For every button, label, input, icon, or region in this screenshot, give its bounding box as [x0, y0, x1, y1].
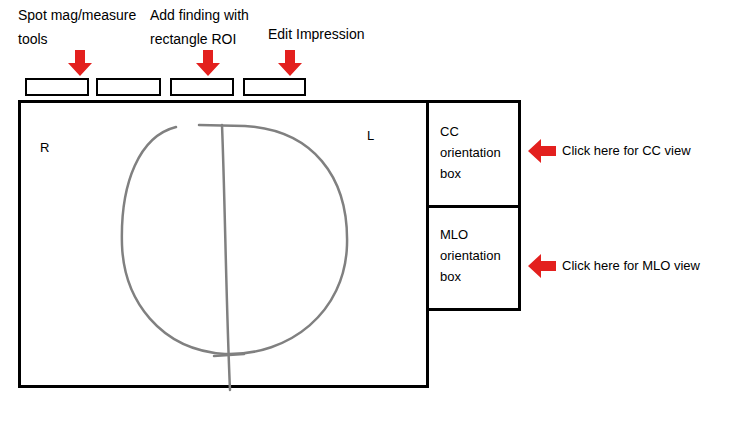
- left-arrow-icon: [528, 139, 556, 163]
- breast-outline-icon: [0, 0, 741, 441]
- wireframe-canvas: Spot mag/measure toolsAdd finding with r…: [0, 0, 741, 441]
- down-arrow-icon: [196, 50, 220, 76]
- toolbar-button[interactable]: [96, 78, 161, 96]
- toolbar-callout: Add finding with rectangle ROI: [150, 3, 268, 51]
- orientation-box[interactable]: MLO orientation box: [426, 205, 521, 311]
- view-callout: Click here for CC view: [528, 139, 691, 163]
- toolbar-button[interactable]: [25, 78, 89, 96]
- image-viewer[interactable]: [18, 100, 429, 388]
- down-arrow-icon: [68, 50, 92, 76]
- toolbar-button[interactable]: [170, 78, 234, 96]
- toolbar-callout: Edit Impression: [268, 22, 388, 46]
- down-arrow-icon: [278, 50, 302, 76]
- orientation-label: CC orientation box: [440, 121, 516, 184]
- view-callout: Click here for MLO view: [528, 254, 700, 278]
- view-callout-text: Click here for MLO view: [562, 256, 700, 276]
- view-callout-text: Click here for CC view: [562, 141, 691, 161]
- toolbar-button[interactable]: [243, 78, 306, 96]
- side-label: L: [367, 126, 374, 146]
- left-arrow-icon: [528, 254, 556, 278]
- orientation-box[interactable]: CC orientation box: [426, 100, 521, 208]
- toolbar-callout: Spot mag/measure tools: [18, 3, 140, 51]
- side-label: R: [40, 138, 49, 158]
- orientation-label: MLO orientation box: [440, 224, 516, 287]
